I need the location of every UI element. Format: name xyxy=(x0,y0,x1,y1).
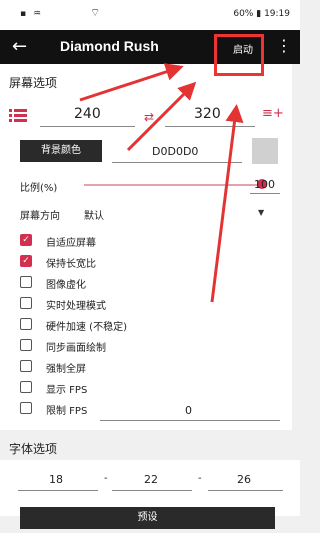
dropdown-caret-icon[interactable]: ▼ xyxy=(258,208,264,217)
battery-level: 60% xyxy=(233,9,254,19)
font-size-medium[interactable]: 22 xyxy=(144,473,158,486)
status-right: 60% ▮ 19:19 xyxy=(233,9,290,19)
option-label: 显示 FPS xyxy=(46,385,88,396)
option-checkbox-2[interactable] xyxy=(20,276,32,288)
orientation-select[interactable]: 默认 xyxy=(84,207,104,222)
ratio-label: 比例(%) xyxy=(20,183,58,194)
option-label: 限制 FPS xyxy=(46,406,88,417)
bg-color-swatch[interactable] xyxy=(252,138,278,164)
font-size-small[interactable]: 18 xyxy=(49,473,63,486)
option-checkbox-7[interactable] xyxy=(20,381,32,393)
font-options-title: 字体选项 xyxy=(9,442,58,456)
option-checkbox-1[interactable]: ✓ xyxy=(20,255,32,267)
option-checkbox-3[interactable] xyxy=(20,297,32,309)
option-label: 同步画面绘制 xyxy=(46,343,106,354)
separator: - xyxy=(198,473,202,484)
fps-limit-input[interactable]: 0 xyxy=(185,404,192,417)
orientation-label: 屏幕方向 xyxy=(20,211,60,222)
ratio-slider[interactable] xyxy=(84,184,260,186)
list-icon[interactable] xyxy=(9,108,27,124)
separator: - xyxy=(104,473,108,484)
more-options-icon[interactable]: ⋮ xyxy=(276,36,292,55)
option-label: 实时处理模式 xyxy=(46,301,106,312)
option-checkbox-6[interactable] xyxy=(20,360,32,372)
ratio-value[interactable]: 100 xyxy=(254,178,275,191)
add-list-icon[interactable]: ≡+ xyxy=(262,106,284,121)
option-checkbox-4[interactable] xyxy=(20,318,32,330)
screen-options-title: 屏幕选项 xyxy=(9,76,58,90)
option-checkbox-5[interactable] xyxy=(20,339,32,351)
screen-options-card: 屏幕选项 240 ⇄ 320 ≡+ 背景颜色 D0D0D0 比例(%) 100 … xyxy=(0,64,292,430)
option-label: 硬件加速 (不稳定) xyxy=(46,322,127,333)
bg-color-button[interactable]: 背景颜色 xyxy=(20,140,102,162)
status-bar: ▪ ♒ ⌔ 60% ▮ 19:19 xyxy=(0,0,300,30)
option-checkbox-0[interactable]: ✓ xyxy=(20,234,32,246)
option-label: 自适应屏幕 xyxy=(46,238,96,249)
wifi-icon: ⌔ xyxy=(90,6,101,19)
option-label: 强制全屏 xyxy=(46,364,86,375)
bg-color-value[interactable]: D0D0D0 xyxy=(152,145,198,158)
option-label: 保持长宽比 xyxy=(46,259,96,270)
status-notification-icons: ▪ ♒ xyxy=(20,9,44,19)
annotation-highlight-box xyxy=(214,34,264,76)
clock: 19:19 xyxy=(264,9,290,19)
swap-icon[interactable]: ⇄ xyxy=(144,110,154,124)
back-arrow-icon[interactable]: ← xyxy=(12,36,27,57)
app-title: Diamond Rush xyxy=(60,38,159,54)
option-checkbox-8[interactable] xyxy=(20,402,32,414)
font-size-large[interactable]: 26 xyxy=(237,473,251,486)
height-input[interactable]: 320 xyxy=(194,106,221,122)
width-input[interactable]: 240 xyxy=(74,106,101,122)
option-label: 图像虚化 xyxy=(46,280,86,291)
battery-icon: ▮ xyxy=(256,9,262,19)
preset-button[interactable]: 预设 xyxy=(20,507,275,529)
